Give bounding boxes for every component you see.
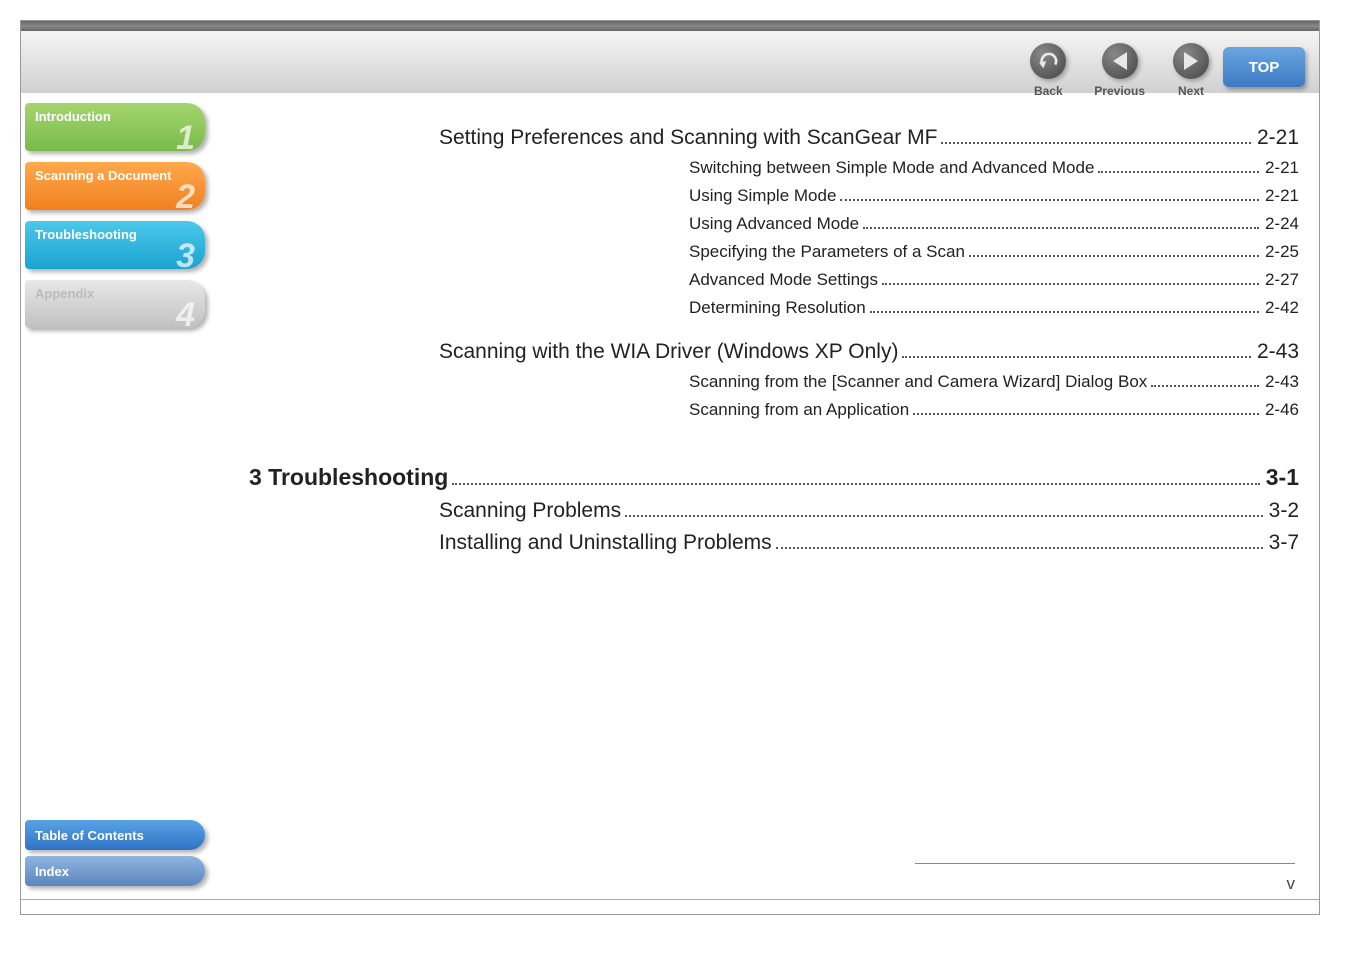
toc-entry-title[interactable]: Installing and Uninstalling Problems <box>439 531 772 555</box>
toc-entry: Specifying the Parameters of a Scan 2-25 <box>249 242 1299 262</box>
toc-entry-page[interactable]: 2-27 <box>1265 270 1299 290</box>
sidebar-tab-label: Appendix <box>35 286 94 301</box>
sidebar-tab-troubleshooting[interactable]: Troubleshooting 3 <box>25 221 205 269</box>
toc-entry-page[interactable]: 3-7 <box>1269 531 1299 555</box>
toc-content: Setting Preferences and Scanning with Sc… <box>249 126 1299 577</box>
back-label: Back <box>1034 84 1063 98</box>
toc-entry-title[interactable]: Scanning with the WIA Driver (Windows XP… <box>439 340 898 364</box>
toc-label: Table of Contents <box>35 828 144 843</box>
toc-entry-title[interactable]: Specifying the Parameters of a Scan <box>689 242 965 262</box>
toc-entry-page[interactable]: 3-1 <box>1266 464 1299 491</box>
toc-leader-dots <box>1151 385 1259 387</box>
toc-entry: Using Advanced Mode 2-24 <box>249 214 1299 234</box>
toc-entry: Scanning with the WIA Driver (Windows XP… <box>249 340 1299 364</box>
toc-entry-title[interactable]: Scanning Problems <box>439 499 621 523</box>
toc-leader-dots <box>452 483 1259 485</box>
toc-entry: Determining Resolution 2-42 <box>249 298 1299 318</box>
toc-leader-dots <box>941 142 1251 144</box>
toc-leader-dots <box>1098 171 1259 173</box>
toc-entry-page[interactable]: 2-24 <box>1265 214 1299 234</box>
toc-entry-title[interactable]: Switching between Simple Mode and Advanc… <box>689 158 1094 178</box>
sidebar-tab-label: Scanning a Document <box>35 168 172 184</box>
toc-leader-dots <box>902 356 1251 358</box>
toc-leader-dots <box>969 255 1259 257</box>
toc-entry-page[interactable]: 2-21 <box>1265 158 1299 178</box>
toc-entry-page[interactable]: 2-43 <box>1265 372 1299 392</box>
toc-entry: Scanning from an Application 2-46 <box>249 400 1299 420</box>
top-button[interactable]: TOP <box>1223 47 1305 87</box>
toc-leader-dots <box>882 283 1259 285</box>
toc-entry-title[interactable]: Scanning from the [Scanner and Camera Wi… <box>689 372 1147 392</box>
sidebar-tab-number: 4 <box>176 298 195 332</box>
next-label: Next <box>1178 84 1204 98</box>
toc-entry: 3 Troubleshooting 3-1 <box>249 464 1299 491</box>
decorative-top-bar <box>21 21 1319 31</box>
toc-entry-page[interactable]: 3-2 <box>1269 499 1299 523</box>
toc-entry-title[interactable]: Advanced Mode Settings <box>689 270 878 290</box>
sidebar-tab-label: Introduction <box>35 109 111 124</box>
toc-leader-dots <box>863 227 1259 229</box>
page-frame: Back Previous Next TOP Introduction 1 Sc… <box>20 20 1320 915</box>
sidebar-tab-number: 3 <box>176 239 195 273</box>
toc-entry-title[interactable]: 3 Troubleshooting <box>249 464 448 491</box>
header-strip: Back Previous Next TOP <box>21 31 1319 93</box>
toc-entry: Switching between Simple Mode and Advanc… <box>249 158 1299 178</box>
sidebar-tab-introduction[interactable]: Introduction 1 <box>25 103 205 151</box>
toc-entry-page[interactable]: 2-25 <box>1265 242 1299 262</box>
toc-entry: Scanning from the [Scanner and Camera Wi… <box>249 372 1299 392</box>
toc-leader-dots <box>625 515 1263 517</box>
footer-rule <box>915 863 1295 864</box>
footer-rule-full <box>21 899 1319 900</box>
toc-entry: Advanced Mode Settings 2-27 <box>249 270 1299 290</box>
next-button[interactable]: Next <box>1173 43 1209 98</box>
toc-leader-dots <box>870 311 1259 313</box>
toc-entry-page[interactable]: 2-43 <box>1257 340 1299 364</box>
page-number: v <box>1287 874 1296 894</box>
toc-leader-dots <box>776 547 1263 549</box>
back-arc-icon <box>1030 43 1066 79</box>
table-of-contents-button[interactable]: Table of Contents <box>25 820 205 850</box>
toc-entry-title[interactable]: Scanning from an Application <box>689 400 909 420</box>
index-label: Index <box>35 864 69 879</box>
toc-entry: Scanning Problems 3-2 <box>249 499 1299 523</box>
index-button[interactable]: Index <box>25 856 205 886</box>
toc-entry-page[interactable]: 2-42 <box>1265 298 1299 318</box>
toc-entry-page[interactable]: 2-21 <box>1265 186 1299 206</box>
toc-entry-page[interactable]: 2-46 <box>1265 400 1299 420</box>
toc-leader-dots <box>840 199 1259 201</box>
sidebar-tab-number: 2 <box>176 180 195 214</box>
nav-button-group: Back Previous Next <box>1030 43 1209 98</box>
sidebar-tab-label: Troubleshooting <box>35 227 137 242</box>
sidebar-tab-number: 1 <box>176 121 195 155</box>
sidebar: Introduction 1 Scanning a Document 2 Tro… <box>21 103 216 339</box>
previous-label: Previous <box>1094 84 1145 98</box>
sidebar-tab-scanning[interactable]: Scanning a Document 2 <box>25 162 205 210</box>
toc-entry-page[interactable]: 2-21 <box>1257 126 1299 150</box>
sidebar-tab-appendix[interactable]: Appendix 4 <box>25 280 205 328</box>
bottom-tabs: Table of Contents Index <box>25 820 210 892</box>
top-label: TOP <box>1249 59 1280 76</box>
toc-entry-title[interactable]: Using Simple Mode <box>689 186 836 206</box>
toc-entry-title[interactable]: Using Advanced Mode <box>689 214 859 234</box>
toc-leader-dots <box>913 413 1259 415</box>
triangle-right-icon <box>1173 43 1209 79</box>
toc-entry-title[interactable]: Determining Resolution <box>689 298 866 318</box>
back-button[interactable]: Back <box>1030 43 1066 98</box>
toc-entry-title[interactable]: Setting Preferences and Scanning with Sc… <box>439 126 937 150</box>
previous-button[interactable]: Previous <box>1094 43 1145 98</box>
toc-entry: Setting Preferences and Scanning with Sc… <box>249 126 1299 150</box>
toc-entry: Using Simple Mode 2-21 <box>249 186 1299 206</box>
toc-entry: Installing and Uninstalling Problems 3-7 <box>249 531 1299 555</box>
triangle-left-icon <box>1102 43 1138 79</box>
